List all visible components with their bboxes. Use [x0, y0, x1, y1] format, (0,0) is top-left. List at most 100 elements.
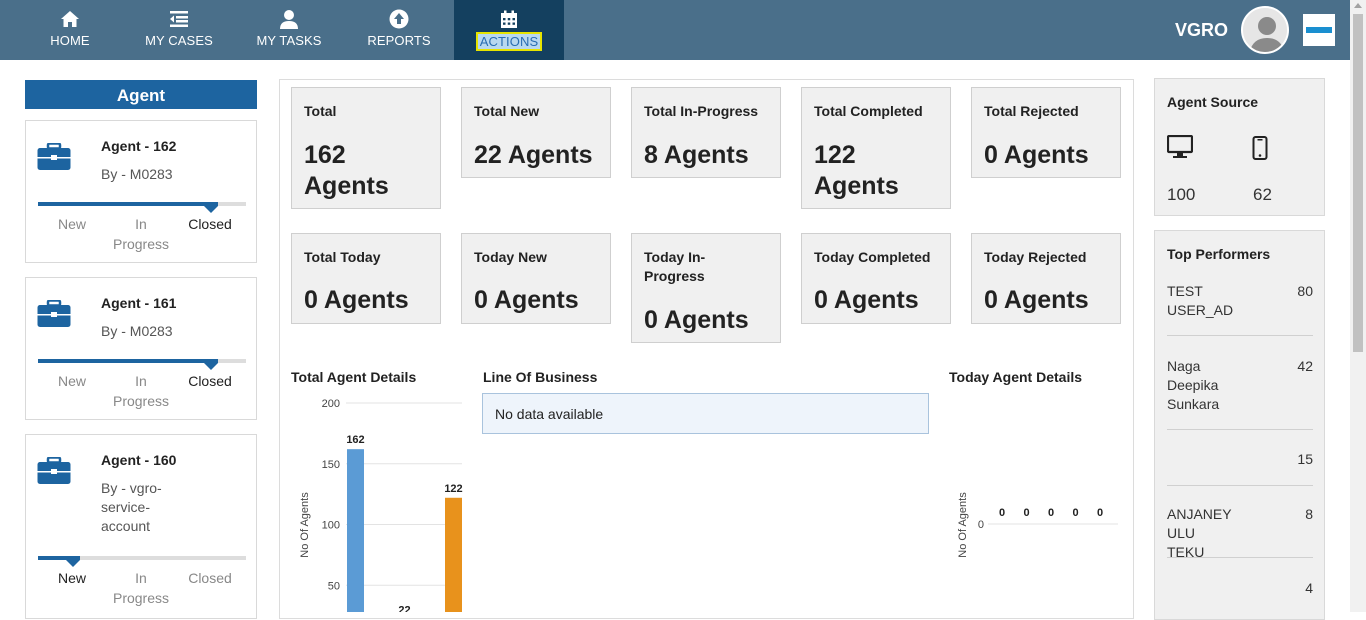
top-performers-title: Top Performers: [1167, 246, 1271, 262]
agent-card-owner: By - vgro-service-account: [101, 480, 162, 534]
top-performers-panel: Top Performers TEST USER_AD 80 Naga Deep…: [1154, 230, 1325, 620]
stat-label: Total: [304, 103, 337, 119]
agent-card[interactable]: Agent - 160 By - vgro-service-account Ne…: [25, 434, 257, 619]
stat-label: Today In-Progress: [644, 249, 706, 284]
stat-label: Total In-Progress: [644, 103, 759, 119]
stat-value: 22 Agents: [474, 141, 593, 169]
divider: [1167, 485, 1313, 486]
progress-marker-icon: [66, 560, 80, 567]
briefcase-icon: [37, 142, 71, 176]
agent-card[interactable]: Agent - 162 By - M0283 New In Progress C…: [25, 120, 257, 263]
bar-value-label: 22: [398, 604, 410, 612]
agent-source-title: Agent Source: [1167, 94, 1259, 110]
agent-card-owner: By - M0283: [101, 166, 173, 182]
nav-actions[interactable]: ACTIONS: [454, 0, 564, 60]
bar-value-label: 162: [346, 434, 364, 446]
stat-today-new[interactable]: Today New 0 Agents: [461, 233, 611, 324]
stat-value: 0 Agents: [644, 306, 749, 334]
step-in-progress: In Progress: [112, 373, 170, 409]
bar-value-label: 0: [999, 507, 1005, 519]
agent-card-title: Agent - 160: [101, 452, 177, 468]
nav-my-cases[interactable]: MY CASES: [139, 0, 219, 60]
progress-fill: [38, 202, 218, 206]
performer-name: ANJANEY ULU TEKU: [1167, 506, 1232, 560]
nav-my-tasks-label: MY TASKS: [256, 33, 322, 48]
nav-home[interactable]: HOME: [30, 0, 110, 60]
stat-total[interactable]: Total 162 Agents: [291, 87, 441, 209]
stat-label: Today Completed: [814, 249, 931, 265]
stat-today-completed[interactable]: Today Completed 0 Agents: [801, 233, 951, 324]
total-agent-details-chart: 50 100 150 200 No Of Agents 162 22 122: [299, 398, 463, 612]
desktop-count: 100: [1167, 185, 1196, 204]
stat-today-in-progress[interactable]: Today In-Progress 0 Agents: [631, 233, 781, 343]
mobile-count: 62: [1253, 185, 1272, 204]
agent-card[interactable]: Agent - 161 By - M0283 New In Progress C…: [25, 277, 257, 420]
performer-count: 15: [1297, 451, 1313, 467]
y-tick-label: 150: [322, 459, 340, 471]
no-data-message: No data available: [482, 393, 929, 434]
y-tick-label: 0: [978, 519, 984, 531]
scrollbar-thumb[interactable]: [1353, 14, 1363, 352]
today-agent-details-title: Today Agent Details: [949, 369, 1083, 385]
brand-logo: [1303, 14, 1335, 46]
agent-card-owner: By - M0283: [101, 323, 173, 339]
progress-track: [38, 556, 246, 567]
nav-my-cases-label: MY CASES: [145, 33, 213, 48]
briefcase-icon: [37, 299, 71, 333]
stat-total-new[interactable]: Total New 22 Agents: [461, 87, 611, 178]
line-of-business-title: Line Of Business: [483, 369, 598, 385]
divider: [1167, 335, 1313, 336]
nav-my-tasks[interactable]: MY TASKS: [249, 0, 329, 60]
stat-label: Today New: [474, 249, 547, 265]
total-agent-details-title: Total Agent Details: [291, 369, 417, 385]
today-agent-details-chart: 0 No Of Agents 0 0 0 0 0: [957, 492, 1118, 558]
agent-source-panel: Agent Source 100 62: [1154, 78, 1325, 216]
step-new: New: [57, 216, 86, 232]
nav-reports[interactable]: REPORTS: [359, 0, 439, 60]
y-axis-label: No Of Agents: [957, 492, 969, 558]
nav-actions-label: ACTIONS: [475, 32, 543, 51]
step-closed: Closed: [188, 216, 232, 232]
stat-value: 162 Agents: [304, 141, 389, 200]
stat-total-today[interactable]: Total Today 0 Agents: [291, 233, 441, 324]
bar-value-label: 0: [1023, 507, 1029, 519]
stat-today-rejected[interactable]: Today Rejected 0 Agents: [971, 233, 1121, 324]
performer-count: 4: [1305, 580, 1313, 596]
stat-label: Total Completed: [814, 103, 923, 119]
stat-total-in-progress[interactable]: Total In-Progress 8 Agents: [631, 87, 781, 178]
page-scrollbar[interactable]: [1350, 0, 1366, 612]
avatar[interactable]: [1241, 6, 1289, 54]
stat-total-completed[interactable]: Total Completed 122 Agents: [801, 87, 951, 209]
briefcase-icon: [37, 456, 71, 490]
nav-reports-label: REPORTS: [367, 33, 431, 48]
stat-value: 0 Agents: [984, 141, 1089, 169]
agent-panel-header: Agent: [25, 80, 257, 109]
y-axis-label: No Of Agents: [299, 492, 311, 558]
stat-value: 8 Agents: [644, 141, 749, 169]
progress-fill: [38, 359, 218, 363]
nav-home-label: HOME: [50, 33, 90, 48]
calendar-icon: [498, 8, 520, 30]
progress-track: [38, 359, 246, 370]
step-closed: Closed: [188, 570, 232, 586]
stat-total-rejected[interactable]: Total Rejected 0 Agents: [971, 87, 1121, 178]
step-in-progress: In Progress: [112, 216, 170, 252]
step-in-progress: In Progress: [112, 570, 170, 606]
step-new: New: [57, 373, 86, 389]
progress-track: [38, 202, 246, 213]
bar-value-label: 122: [444, 483, 462, 495]
desktop-icon: [1166, 134, 1194, 164]
username: VGRO: [1174, 20, 1228, 40]
bar-value-label: 0: [1072, 507, 1078, 519]
y-tick-label: 200: [322, 398, 340, 410]
scroll-up-arrow-icon[interactable]: [1354, 3, 1362, 8]
bar: [347, 449, 364, 612]
home-icon: [59, 8, 81, 30]
stat-value: 0 Agents: [304, 286, 409, 314]
stat-label: Total Rejected: [984, 103, 1079, 119]
bar: [445, 497, 462, 612]
agent-card-title: Agent - 161: [101, 295, 177, 311]
agent-card-title: Agent - 162: [101, 138, 177, 154]
y-tick-label: 50: [328, 580, 340, 592]
performer-count: 42: [1297, 358, 1313, 374]
